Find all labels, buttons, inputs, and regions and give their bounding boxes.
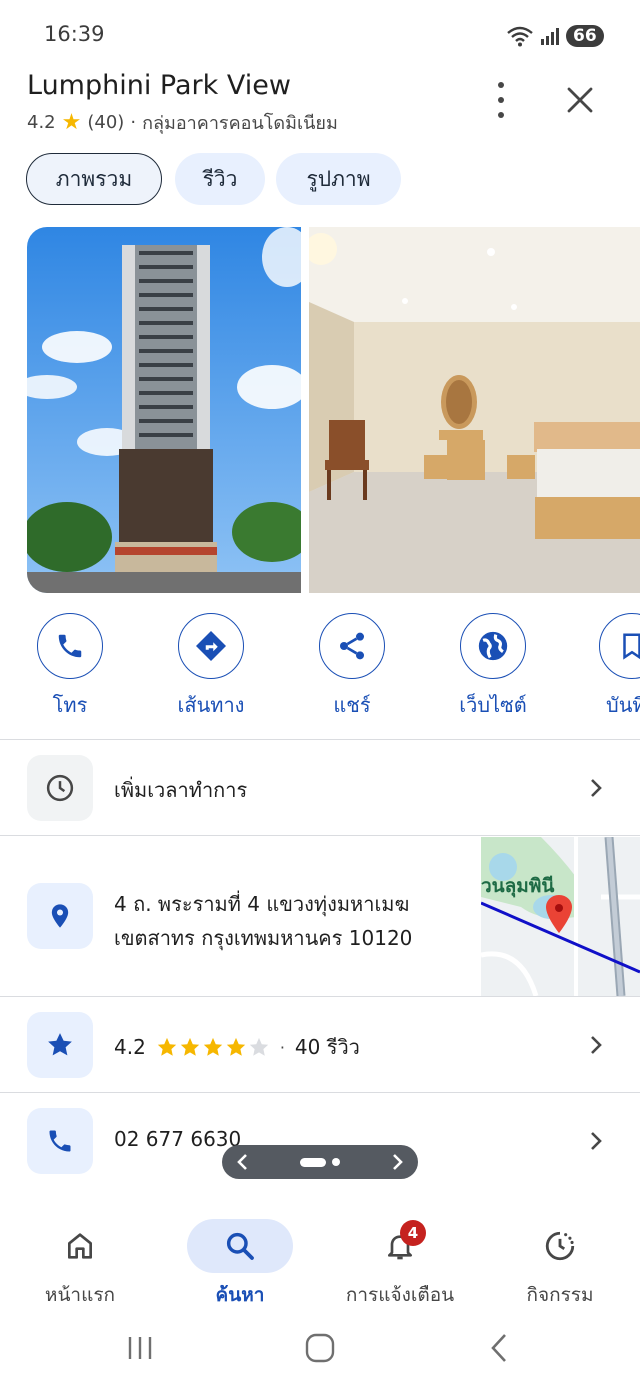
star-filled-icon <box>180 1037 199 1056</box>
phone-icon <box>49 1130 71 1152</box>
rating-stars <box>156 1036 270 1058</box>
star-empty-icon <box>249 1037 268 1056</box>
share-action[interactable]: แชร์ <box>282 613 422 721</box>
reviews-count-text: 40 รีวิว <box>294 1035 360 1059</box>
separator-dot: · <box>130 112 137 133</box>
gesture-navigation-overlay[interactable] <box>222 1145 418 1179</box>
phone-number[interactable]: 02 677 6630 <box>114 1127 241 1151</box>
recent-apps-icon[interactable] <box>126 1334 154 1362</box>
status-icons: 66 <box>506 22 604 50</box>
website-button[interactable] <box>460 613 526 679</box>
rating-row[interactable]: 4.2 · 40 รีวิว <box>114 1031 360 1063</box>
share-button[interactable] <box>319 613 385 679</box>
website-label: เว็บไซต์ <box>459 693 527 717</box>
globe-icon <box>478 631 508 661</box>
star-filled-icon <box>203 1037 222 1056</box>
search-icon <box>226 1232 254 1260</box>
directions-action[interactable]: เส้นทาง <box>141 613 281 721</box>
directions-label: เส้นทาง <box>177 693 245 717</box>
directions-icon <box>196 631 226 661</box>
rating-row-value: 4.2 <box>114 1035 146 1059</box>
active-indicator <box>187 1219 293 1273</box>
divider <box>0 739 640 740</box>
map-label: วนลุมพินี <box>481 875 555 897</box>
place-subtitle: 4.2 ★ (40) · กลุ่มอาคารคอนโดมิเนียม <box>27 108 338 137</box>
address-text[interactable]: 4 ถ. พระรามที่ 4 แขวงทุ่งมหาเมฆ เขตสาทร … <box>114 887 412 955</box>
address-line-1: 4 ถ. พระรามที่ 4 แขวงทุ่งมหาเมฆ <box>114 892 410 916</box>
call-label: โทร <box>52 693 88 717</box>
website-action[interactable]: เว็บไซต์ <box>423 613 563 721</box>
status-time: 16:39 <box>44 22 105 46</box>
nav-search-label: ค้นหา <box>215 1284 265 1306</box>
signal-icon <box>541 28 559 45</box>
add-hours-text[interactable]: เพิ่มเวลาทำการ <box>114 774 247 806</box>
phone-icon <box>58 634 82 658</box>
divider <box>0 835 640 836</box>
nav-home-label: หน้าแรก <box>44 1284 116 1306</box>
hours-icon-box <box>27 755 93 821</box>
directions-button[interactable] <box>178 613 244 679</box>
photo-building-exterior[interactable] <box>27 227 301 593</box>
address-icon-box <box>27 883 93 949</box>
home-button-icon[interactable] <box>304 1332 336 1364</box>
close-icon[interactable] <box>564 84 596 116</box>
chevron-right-icon[interactable] <box>586 1129 606 1153</box>
wifi-icon <box>507 26 533 47</box>
call-button[interactable] <box>37 613 103 679</box>
nav-activity-label: กิจกรรม <box>526 1284 594 1306</box>
chevron-left-icon[interactable] <box>234 1152 252 1172</box>
share-label: แชร์ <box>333 693 371 717</box>
review-count: (40) <box>87 112 125 133</box>
star-filled-icon <box>157 1037 176 1056</box>
save-label: บันทึ <box>606 693 640 717</box>
battery-indicator: 66 <box>566 25 604 47</box>
clock-icon <box>46 774 74 802</box>
chevron-right-icon[interactable] <box>586 1033 606 1057</box>
activity-icon <box>545 1231 575 1261</box>
save-button[interactable] <box>599 613 640 679</box>
more-vert-icon <box>498 82 504 88</box>
handle-icon[interactable] <box>300 1157 340 1167</box>
save-action[interactable]: บันทึ <box>564 613 640 721</box>
chevron-right-icon[interactable] <box>388 1152 406 1172</box>
place-title: Lumphini Park View <box>27 70 291 101</box>
more-options-button[interactable] <box>486 82 516 118</box>
map-thumbnail[interactable]: วนลุมพินี <box>481 837 640 996</box>
photo-interior-bedroom[interactable] <box>309 227 640 593</box>
bookmark-icon <box>623 633 640 660</box>
rating-icon-box <box>27 1012 93 1078</box>
tab-reviews[interactable]: รีวิว <box>175 153 265 205</box>
tab-photos[interactable]: รูปภาพ <box>276 153 401 205</box>
place-category: กลุ่มอาคารคอนโดมิเนียม <box>142 113 338 134</box>
star-filled-icon <box>226 1037 245 1056</box>
divider <box>0 996 640 997</box>
nav-home[interactable]: หน้าแรก <box>0 1218 160 1310</box>
share-icon <box>340 632 364 660</box>
nav-notifications-label: การแจ้งเตือน <box>345 1284 455 1306</box>
call-action[interactable]: โทร <box>0 613 140 721</box>
nav-search[interactable]: ค้นหา <box>160 1218 320 1310</box>
home-icon <box>68 1233 92 1259</box>
back-icon[interactable] <box>486 1332 512 1364</box>
star-icon: ★ <box>61 109 82 135</box>
chevron-right-icon[interactable] <box>586 776 606 800</box>
notification-badge: 4 <box>400 1220 426 1246</box>
tab-overview[interactable]: ภาพรวม <box>26 153 162 205</box>
rating-value: 4.2 <box>27 112 56 133</box>
divider <box>0 1092 640 1093</box>
location-pin-icon <box>51 904 69 928</box>
address-line-2: เขตสาทร กรุงเทพมหานคร 10120 <box>114 926 413 950</box>
system-navigation-bar <box>0 1320 640 1386</box>
rating-row-separator: · <box>279 1037 285 1057</box>
nav-activity[interactable]: กิจกรรม <box>480 1218 640 1310</box>
star-icon <box>48 1033 72 1056</box>
phone-icon-box <box>27 1108 93 1174</box>
